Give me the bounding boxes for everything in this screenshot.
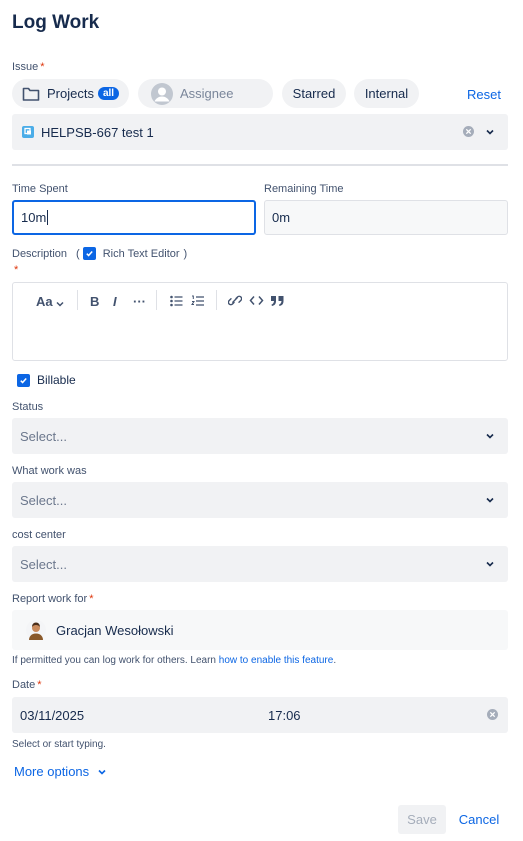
clear-icon[interactable]	[463, 126, 474, 137]
required-marker: *	[89, 593, 94, 605]
link-icon[interactable]	[227, 294, 243, 307]
status-label: Status	[12, 401, 44, 413]
what-work-placeholder: Select...	[20, 492, 67, 508]
toolbar-separator	[156, 290, 157, 310]
issue-label: Issue *	[12, 61, 45, 73]
numbered-list-icon[interactable]	[191, 294, 204, 306]
italic-button[interactable]: I	[113, 294, 117, 309]
date-label: Date	[12, 679, 36, 691]
issue-select[interactable]: HELPSB-667 test 1	[12, 114, 508, 150]
projects-filter-label: Projects	[47, 86, 94, 101]
starred-filter-label: Starred	[292, 86, 336, 101]
cost-center-label: cost center	[12, 529, 66, 541]
what-work-label: What work was	[12, 465, 87, 477]
chevron-down-icon	[484, 430, 496, 442]
date-label-row: Date *	[12, 679, 42, 691]
code-icon[interactable]	[249, 294, 264, 307]
save-button[interactable]: Save	[398, 805, 446, 834]
assignee-filter[interactable]: Assignee	[138, 79, 273, 108]
date-hint: Select or start typing.	[12, 739, 106, 750]
billable-label: Billable	[37, 373, 76, 387]
billable-checkbox-row[interactable]: Billable	[17, 373, 76, 387]
issue-select-value: HELPSB-667 test 1	[41, 124, 154, 140]
cancel-button[interactable]: Cancel	[452, 805, 506, 834]
dialog-title: Log Work	[12, 12, 100, 33]
required-marker: *	[37, 679, 42, 691]
more-options-button[interactable]: More options	[14, 764, 108, 779]
status-select[interactable]: Select...	[12, 418, 508, 454]
text-style-label: Aa	[36, 294, 53, 309]
paren-open: (	[76, 247, 80, 260]
more-formatting-button[interactable]: ···	[133, 294, 146, 309]
time-spent-value: 10m	[21, 210, 47, 225]
projects-filter[interactable]: Projects all	[12, 79, 129, 108]
report-for-hint-text: If permitted you can log work for others…	[12, 655, 219, 666]
required-marker: *	[40, 61, 45, 73]
starred-filter[interactable]: Starred	[282, 79, 346, 108]
quote-icon[interactable]	[270, 294, 285, 306]
divider	[12, 164, 508, 166]
remaining-time-value: 0m	[272, 210, 291, 225]
billable-checkbox[interactable]	[17, 373, 30, 387]
folder-icon	[22, 86, 40, 102]
report-for-hint: If permitted you can log work for others…	[12, 655, 336, 666]
paren-close: )	[183, 247, 188, 260]
chevron-down-icon	[484, 494, 496, 506]
chevron-down-icon	[96, 766, 108, 778]
date-time-picker[interactable]: 03/11/2025 17:06	[12, 697, 508, 733]
chevron-down-icon	[55, 297, 65, 307]
report-for-user: Gracjan Wesołowski	[56, 622, 174, 638]
cost-center-select[interactable]: Select...	[12, 546, 508, 582]
date-input[interactable]: 03/11/2025	[20, 708, 84, 723]
time-spent-input[interactable]: 10m	[12, 200, 256, 235]
report-for-label-row: Report work for *	[12, 593, 93, 605]
text-cursor	[47, 210, 49, 225]
more-options-label: More options	[14, 764, 90, 779]
text-style-dropdown[interactable]: Aa	[36, 294, 65, 309]
remaining-time-input[interactable]: 0m	[264, 200, 508, 235]
chevron-down-icon	[484, 558, 496, 570]
issue-type-icon	[22, 126, 34, 138]
internal-filter-label: Internal	[364, 86, 409, 101]
clear-icon[interactable]	[487, 709, 498, 720]
assignee-filter-label: Assignee	[180, 86, 234, 101]
rte-label: Rich Text Editor	[102, 247, 180, 260]
projects-filter-badge: all	[97, 87, 120, 100]
user-placeholder-icon	[151, 82, 173, 105]
internal-filter[interactable]: Internal	[354, 79, 419, 108]
report-for-hint-suffix: .	[333, 655, 337, 666]
time-input[interactable]: 17:06	[268, 708, 301, 723]
report-for-label: Report work for	[12, 593, 88, 605]
bold-button[interactable]: B	[90, 294, 99, 309]
toolbar-separator	[216, 290, 217, 310]
report-for-select[interactable]: Gracjan Wesołowski	[12, 610, 508, 650]
remaining-time-label: Remaining Time	[264, 183, 344, 195]
time-spent-label: Time Spent	[12, 183, 68, 195]
reset-button[interactable]: Reset	[467, 87, 501, 102]
avatar	[26, 620, 46, 640]
status-placeholder: Select...	[20, 428, 67, 444]
toolbar-separator	[77, 290, 78, 310]
what-work-select[interactable]: Select...	[12, 482, 508, 518]
description-required-marker: *	[14, 264, 19, 276]
description-label: Description	[12, 247, 68, 260]
rte-checkbox[interactable]	[82, 247, 96, 260]
description-label-row: Description ( Rich Text Editor )	[12, 247, 187, 260]
cost-center-placeholder: Select...	[20, 556, 67, 572]
chevron-down-icon[interactable]	[484, 126, 496, 138]
issue-label-text: Issue	[12, 61, 39, 73]
enable-feature-link[interactable]: how to enable this feature	[219, 655, 334, 666]
bullet-list-icon[interactable]	[170, 294, 183, 307]
